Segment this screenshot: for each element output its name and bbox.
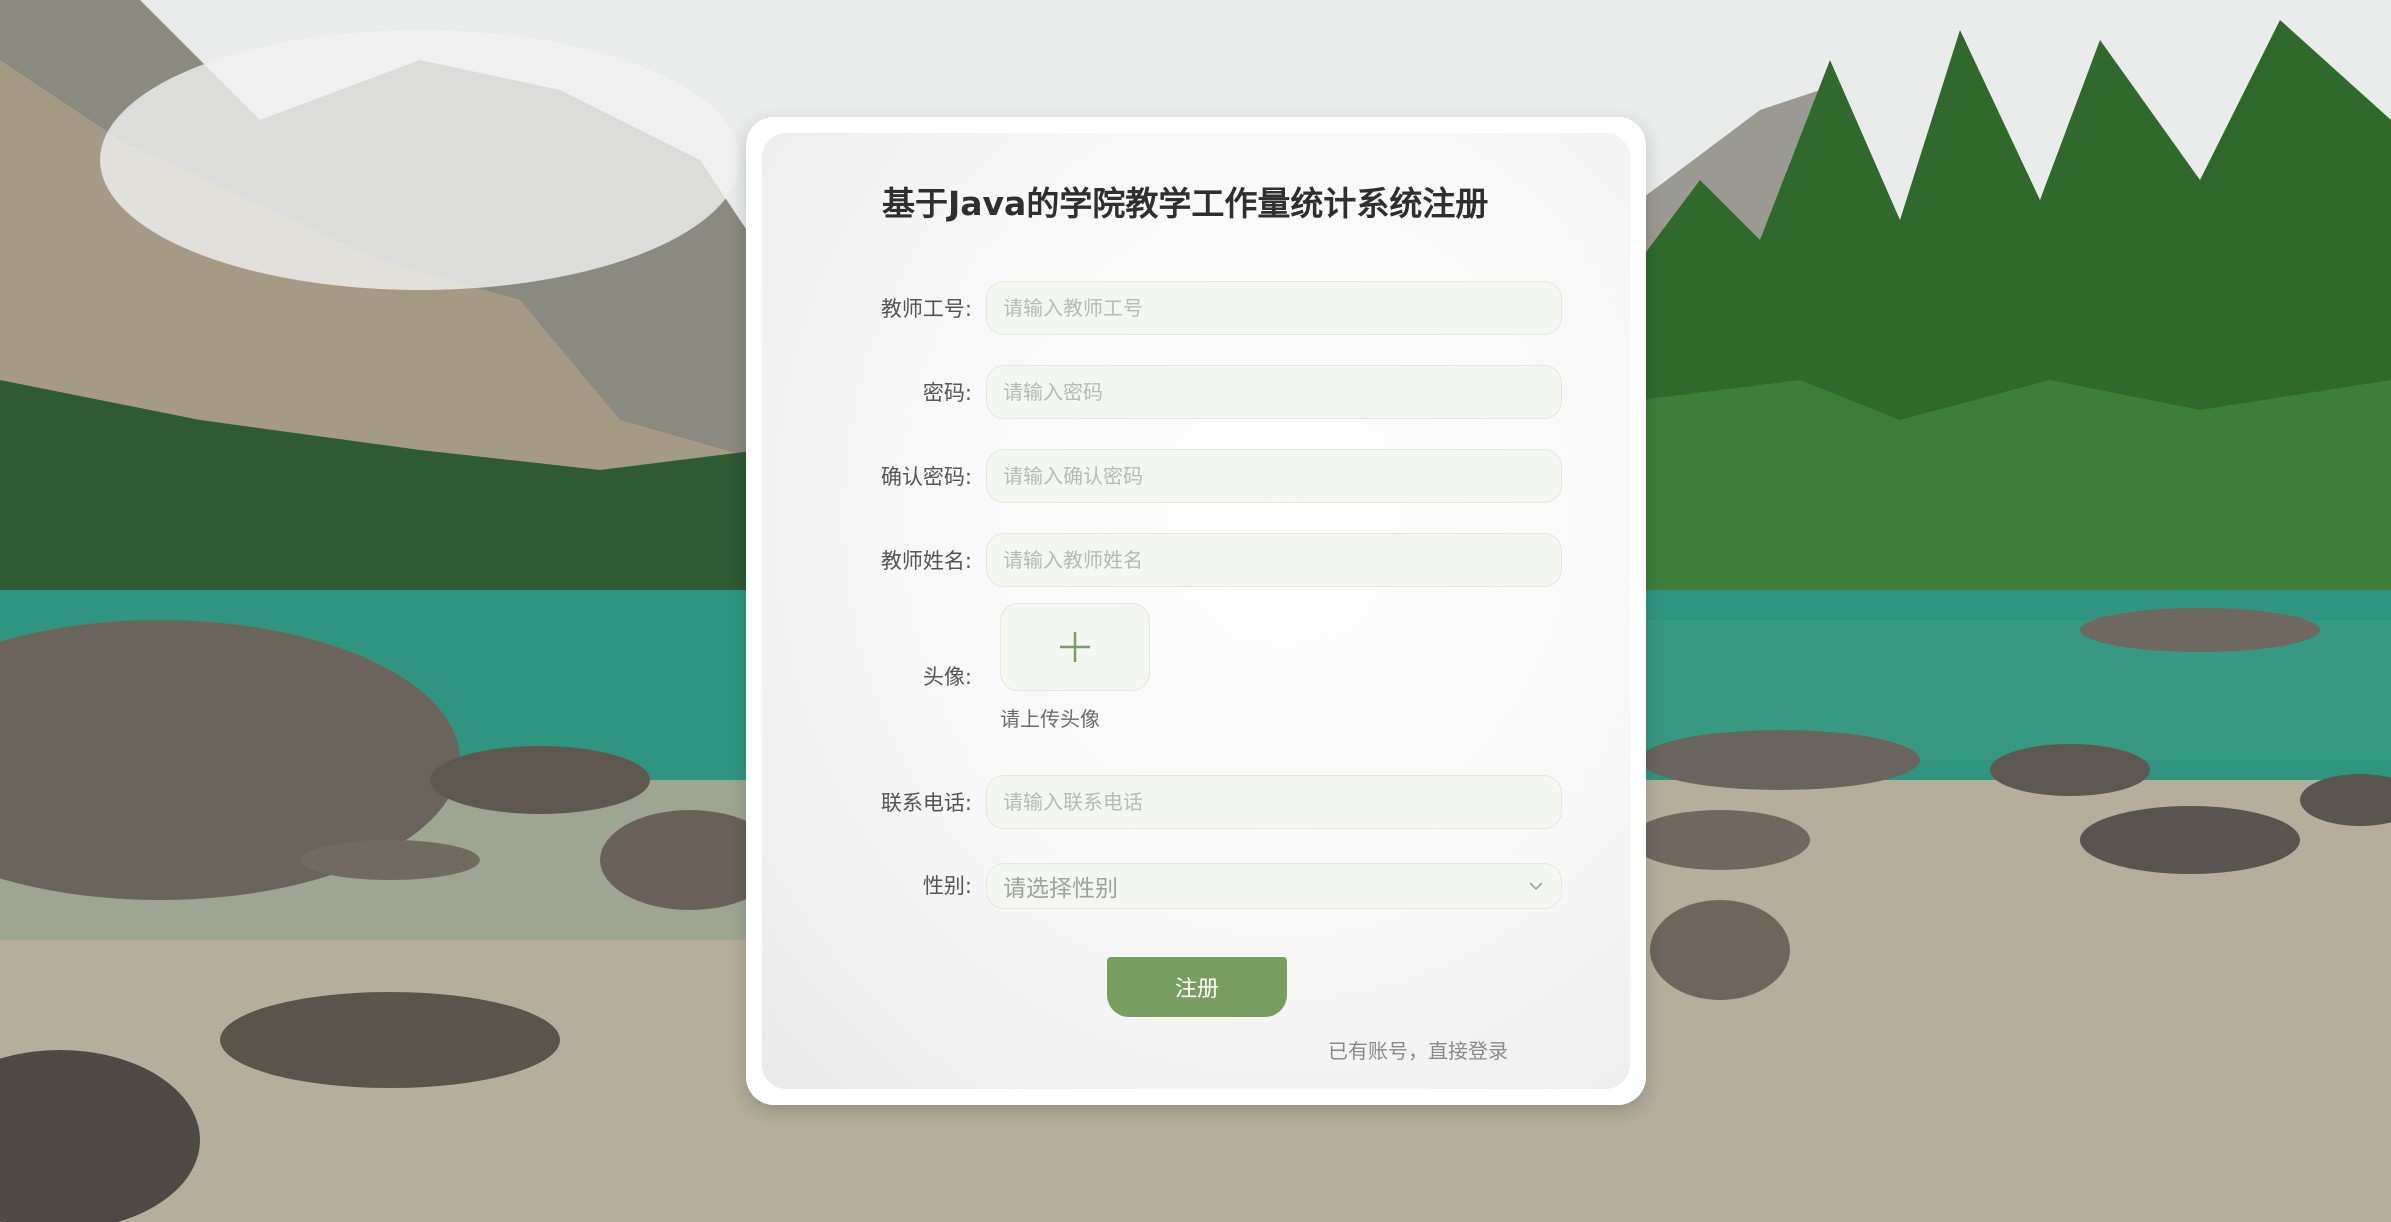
gender-select[interactable]: 请选择性别 bbox=[986, 863, 1562, 909]
avatar-upload-button[interactable] bbox=[1000, 603, 1150, 691]
password-input[interactable] bbox=[986, 365, 1562, 419]
avatar-row: 头像: 请上传头像 bbox=[762, 603, 1630, 733]
confirm-password-row: 确认密码: bbox=[762, 449, 1630, 505]
chevron-down-icon bbox=[1529, 882, 1543, 891]
confirm-password-input[interactable] bbox=[986, 449, 1562, 503]
password-label: 密码: bbox=[922, 381, 972, 405]
teacher-id-label: 教师工号: bbox=[880, 297, 972, 321]
plus-icon bbox=[1060, 632, 1090, 662]
register-card: 基于Java的学院教学工作量统计系统注册 教师工号: 密码: 确认密码: 教师姓… bbox=[746, 117, 1646, 1105]
teacher-name-row: 教师姓名: bbox=[762, 533, 1630, 589]
login-link[interactable]: 已有账号，直接登录 bbox=[1328, 1035, 1508, 1064]
page-title: 基于Java的学院教学工作量统计系统注册 bbox=[882, 184, 1489, 223]
gender-label: 性别: bbox=[922, 874, 972, 898]
teacher-name-input[interactable] bbox=[986, 533, 1562, 587]
teacher-id-input[interactable] bbox=[986, 281, 1562, 335]
phone-row: 联系电话: bbox=[762, 775, 1630, 831]
avatar-upload-tip: 请上传头像 bbox=[1000, 707, 1100, 731]
gender-row: 性别: 请选择性别 bbox=[762, 863, 1630, 909]
gender-select-placeholder: 请选择性别 bbox=[1003, 876, 1118, 902]
avatar-label: 头像: bbox=[922, 665, 972, 689]
phone-label: 联系电话: bbox=[880, 791, 972, 815]
register-button[interactable]: 注册 bbox=[1107, 957, 1287, 1017]
phone-input[interactable] bbox=[986, 775, 1562, 829]
teacher-id-row: 教师工号: bbox=[762, 281, 1630, 337]
register-form: 基于Java的学院教学工作量统计系统注册 教师工号: 密码: 确认密码: 教师姓… bbox=[762, 133, 1630, 1089]
teacher-name-label: 教师姓名: bbox=[880, 549, 972, 573]
password-row: 密码: bbox=[762, 365, 1630, 421]
confirm-password-label: 确认密码: bbox=[880, 465, 972, 489]
